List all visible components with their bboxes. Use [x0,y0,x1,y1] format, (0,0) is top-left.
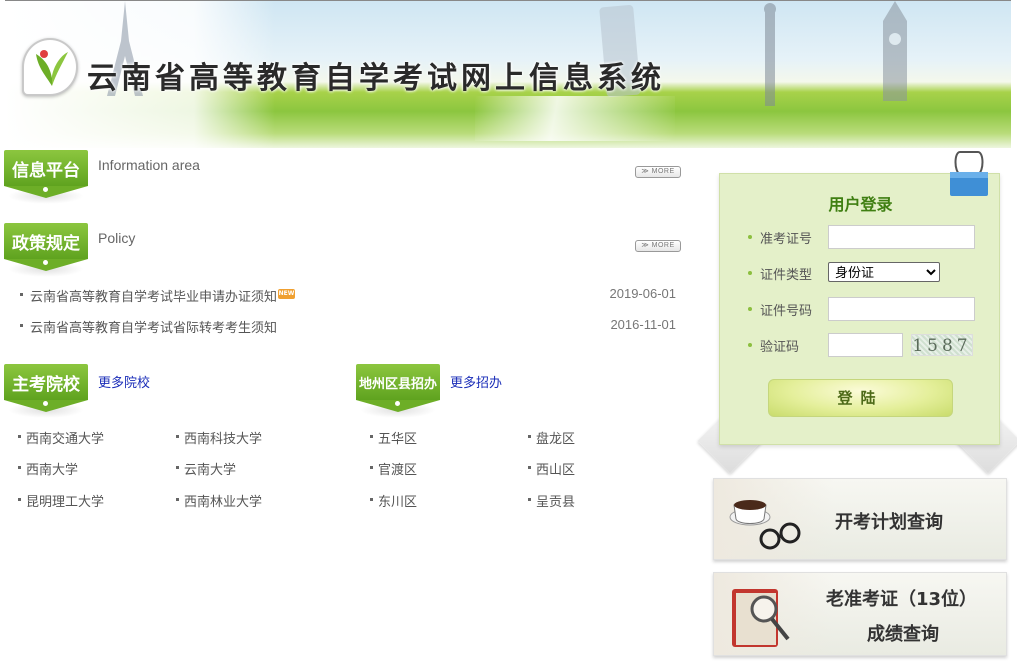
header-banner: 云南省高等教育自学考试网上信息系统 [5,0,1011,148]
score-query-label: 成绩查询 [867,624,939,645]
binder-clip-icon [950,151,988,196]
more-offices-link[interactable]: 更多招办 [450,372,502,391]
more-schools-link[interactable]: 更多院校 [98,372,150,391]
new-badge: NEW [278,289,295,299]
tab-district-offices[interactable]: 地州区县招办 [356,364,440,418]
id-number-label: 证件号码 [760,304,813,319]
exam-number-row: 准考证号 [748,225,988,249]
tab-policy-label: 政策规定 [12,234,80,254]
policy-item-date: 2016-11-01 [610,317,676,332]
policy-list-item[interactable]: 云南省高等教育自学考试省际转考考生须知 2016-11-01 [20,317,676,336]
login-button[interactable]: 登陆 [768,379,953,417]
tab-policy[interactable]: 政策规定 [4,223,88,277]
id-type-label: 证件类型 [760,268,813,283]
old-ticket-label: 老准考证（13位） [826,589,978,610]
tab-main-schools[interactable]: 主考院校 [4,364,88,418]
policy-list-item[interactable]: 云南省高等教育自学考试毕业申请办证须知 NEW 2019-06-01 [20,286,677,305]
captcha-input[interactable] [828,333,903,357]
policy-item-title[interactable]: 云南省高等教育自学考试省际转考考生须知 [30,317,277,336]
leaf-logo-icon [36,50,68,86]
tab-main-schools-label: 主考院校 [12,375,80,395]
page: 云南省高等教育自学考试网上信息系统 信息平台 Information area … [0,0,1017,667]
info-section-subtitle: Information area [98,157,200,173]
info-more-button[interactable]: ≫ MORE [635,166,681,178]
captcha-row: 验证码 1587 [748,333,988,357]
login-panel: 用户登录 准考证号 证件类型 身份证 证件号码 验证码 1587 登陆 [719,173,1000,445]
statue-illustration [764,3,776,106]
exam-number-input[interactable] [828,225,975,249]
id-number-input[interactable] [828,297,975,321]
clock-tower-illustration [883,1,907,101]
exam-plan-query-label: 开考计划查询 [835,512,943,533]
tab-info-platform-label: 信息平台 [12,161,80,181]
exam-plan-query-card[interactable]: 开考计划查询 [713,478,1007,560]
exam-number-label: 准考证号 [760,232,813,247]
captcha-image[interactable]: 1587 [911,334,973,356]
id-number-row: 证件号码 [748,297,988,321]
policy-item-date: 2019-06-01 [609,286,677,301]
coffee-glasses-icon [729,500,801,550]
site-logo[interactable] [22,38,78,96]
site-title: 云南省高等教育自学考试网上信息系统 [87,61,665,96]
tab-info-platform[interactable]: 信息平台 [4,150,88,204]
captcha-label: 验证码 [760,340,800,355]
id-type-select[interactable]: 身份证 [828,262,940,282]
policy-more-button[interactable]: ≫ MORE [635,240,681,252]
old-score-query-card[interactable]: 老准考证（13位） 成绩查询 [713,572,1007,656]
policy-item-title[interactable]: 云南省高等教育自学考试毕业申请办证须知 [30,286,277,305]
policy-section-subtitle: Policy [98,230,136,246]
banner-path [475,96,675,141]
id-type-row: 证件类型 身份证 [748,261,988,285]
tab-district-offices-label: 地州区县招办 [358,377,437,392]
book-magnifier-icon [732,589,790,647]
